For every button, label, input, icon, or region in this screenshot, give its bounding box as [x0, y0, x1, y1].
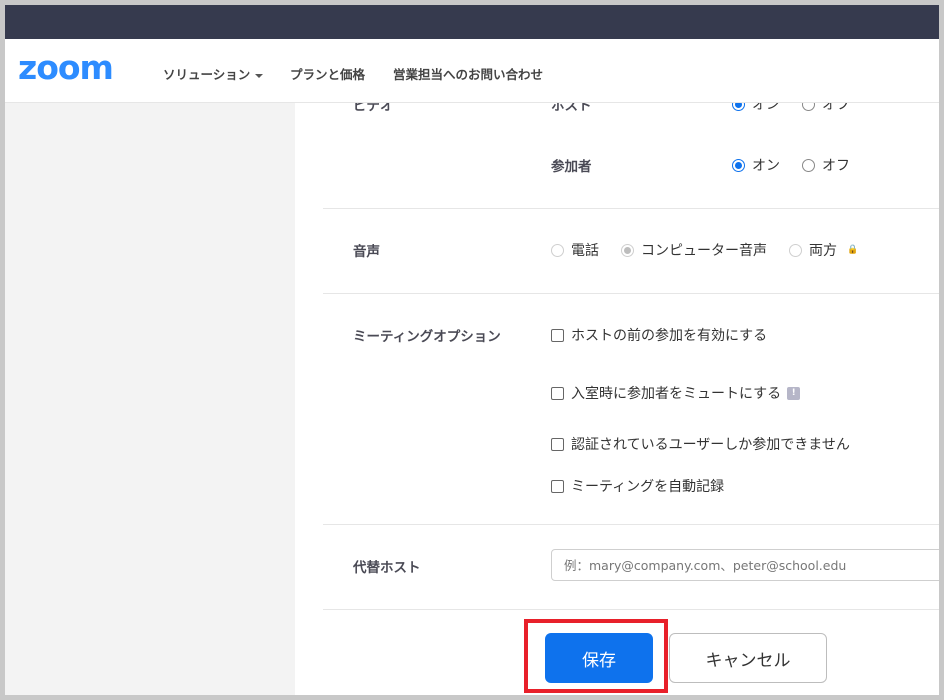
nav-solutions-label: ソリューション [163, 67, 251, 82]
option-label: オフ [822, 158, 850, 174]
radio-button[interactable] [802, 158, 815, 172]
meeting-settings-form: ビデオ ホスト オン オフ 参加者 オン オフ 音声 電話 コンピューター音声 … [295, 103, 939, 695]
video-section-label: ビデオ [353, 103, 394, 114]
option-label: ミーティングを自動記録 [571, 479, 725, 495]
checkbox[interactable] [551, 386, 564, 400]
video-participant-on-option[interactable]: オン [732, 155, 780, 175]
video-host-off-option[interactable]: オフ [802, 103, 850, 114]
divider [323, 609, 939, 610]
chevron-down-icon [255, 73, 264, 78]
meeting-options-label: ミーティングオプション [353, 329, 501, 345]
checkbox[interactable] [551, 479, 564, 493]
zoom-logo[interactable]: zoom [18, 51, 114, 84]
alt-host-label: 代替ホスト [353, 560, 421, 576]
radio-button[interactable] [789, 243, 802, 257]
option-label: 電話 [571, 243, 599, 259]
video-host-label: ホスト [551, 103, 592, 114]
radio-button[interactable] [621, 243, 634, 257]
video-host-on-option[interactable]: オン [732, 103, 780, 114]
audio-phone-option[interactable]: 電話 [551, 240, 599, 260]
top-bar [5, 5, 939, 39]
cancel-button[interactable]: キャンセル [669, 633, 827, 683]
option-join-before-host[interactable]: ホストの前の参加を有効にする [551, 325, 767, 345]
audio-label: 音声 [353, 244, 380, 260]
video-participant-off-option[interactable]: オフ [802, 155, 850, 175]
divider [323, 208, 939, 209]
radio-button[interactable] [551, 243, 564, 257]
save-button[interactable]: 保存 [545, 633, 653, 683]
audio-both-option[interactable]: 両方 [789, 240, 837, 260]
option-label: ホストの前の参加を有効にする [571, 328, 768, 344]
option-label: 両方 [809, 243, 837, 259]
site-header: zoom ソリューション プランと価格 営業担当へのお問い合わせ [5, 39, 939, 103]
option-label: 認証されているユーザーしか参加できません [571, 437, 850, 453]
info-icon[interactable]: ! [787, 386, 801, 400]
nav-plans-pricing[interactable]: プランと価格 [290, 64, 365, 83]
option-label: オン [752, 158, 780, 174]
video-participant-radio-group: オン オフ [732, 155, 872, 175]
option-label: オフ [822, 103, 850, 113]
audio-radio-group: 電話 コンピューター音声 両方 🔒 [551, 240, 858, 260]
radio-button[interactable] [802, 103, 815, 111]
lock-icon: 🔒 [847, 245, 859, 255]
option-auto-record[interactable]: ミーティングを自動記録 [551, 476, 724, 496]
video-participant-label: 参加者 [551, 159, 592, 175]
checkbox[interactable] [551, 328, 564, 342]
option-label: オン [752, 103, 780, 113]
nav-contact-sales[interactable]: 営業担当へのお問い合わせ [393, 64, 543, 83]
browser-frame: zoom ソリューション プランと価格 営業担当へのお問い合わせ ビデオ ホスト… [5, 5, 939, 695]
video-host-radio-group: オン オフ [732, 103, 872, 114]
radio-button[interactable] [732, 158, 745, 172]
option-authenticated-only[interactable]: 認証されているユーザーしか参加できません [551, 434, 850, 454]
option-label: 入室時に参加者をミュートにする [571, 386, 782, 402]
alt-host-input[interactable] [551, 549, 939, 581]
radio-button[interactable] [732, 103, 745, 111]
option-mute-on-entry[interactable]: 入室時に参加者をミュートにする ! [551, 383, 801, 403]
nav-solutions[interactable]: ソリューション [163, 64, 264, 83]
checkbox[interactable] [551, 437, 564, 451]
audio-computer-option[interactable]: コンピューター音声 [621, 240, 767, 260]
option-label: コンピューター音声 [641, 243, 767, 259]
divider [323, 293, 939, 294]
divider [323, 524, 939, 525]
sidebar [5, 103, 295, 695]
